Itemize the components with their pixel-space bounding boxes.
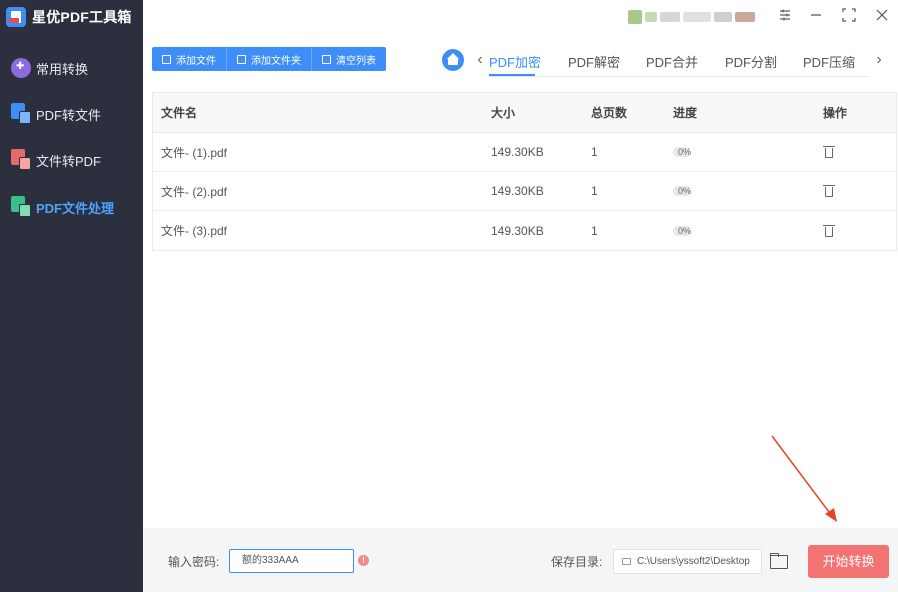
sidebar-item-common[interactable]: 常用转换 xyxy=(10,56,88,80)
add-file-button[interactable]: 添加文件 xyxy=(152,47,227,71)
maximize-icon[interactable] xyxy=(840,8,858,26)
table-row[interactable]: 文件- (3).pdf 149.30KB 1 0% xyxy=(153,211,896,250)
page-count: 1 xyxy=(591,223,598,238)
tab-pdf-decrypt[interactable]: PDF解密 xyxy=(568,52,620,71)
file-table: 文件名 大小 总页数 进度 操作 文件- (1).pdf 149.30KB 1 … xyxy=(152,92,897,251)
tab-pdf-split[interactable]: PDF分割 xyxy=(725,52,777,71)
start-convert-button[interactable]: 开始转换 xyxy=(808,545,889,578)
progress-text: 0% xyxy=(678,225,692,236)
home-button[interactable] xyxy=(442,49,464,71)
progress-text: 0% xyxy=(678,147,692,157)
delete-row-button[interactable] xyxy=(823,145,835,159)
header-name: 文件名 xyxy=(161,106,198,120)
folder-icon xyxy=(622,558,631,565)
file-name: 文件- (1).pdf xyxy=(161,145,228,160)
delete-row-button[interactable] xyxy=(823,224,835,238)
folder-icon xyxy=(237,54,246,64)
clear-list-button[interactable]: 清空列表 xyxy=(312,47,386,71)
info-icon[interactable]: ! xyxy=(358,555,369,566)
add-file-label: 添加文件 xyxy=(176,55,216,67)
delete-row-button[interactable] xyxy=(823,184,835,198)
minimize-icon[interactable] xyxy=(807,8,825,26)
password-input[interactable]: 额的333AAA xyxy=(229,549,354,573)
chevron-left-icon[interactable]: ‹ xyxy=(473,50,487,70)
trash-icon xyxy=(823,224,835,238)
header-operations: 操作 xyxy=(823,106,848,120)
table-row[interactable]: 文件- (1).pdf 149.30KB 1 0% xyxy=(153,133,896,172)
file-name: 文件- (3).pdf xyxy=(161,224,228,238)
sidebar-item-pdf-to-file[interactable]: PDF转文件 xyxy=(10,102,101,126)
save-directory-label: 保存目录: xyxy=(551,555,603,569)
save-directory-path: C:\Users\yssoft2\Desktop xyxy=(637,556,750,567)
trash-icon xyxy=(823,145,835,159)
page-count: 1 xyxy=(591,145,598,159)
trash-icon xyxy=(322,54,331,64)
progress-bar: 0% xyxy=(673,144,692,160)
sidebar-item-label: PDF文件处理 xyxy=(36,200,115,216)
trash-icon xyxy=(823,184,835,198)
sidebar-item-label: 常用转换 xyxy=(36,61,89,77)
clear-list-label: 清空列表 xyxy=(336,55,376,67)
file-name: 文件- (2).pdf xyxy=(161,184,228,199)
file-toolbar: 添加文件 添加文件夹 清空列表 xyxy=(152,47,386,71)
close-icon[interactable] xyxy=(873,8,891,26)
annotation-arrow-icon xyxy=(771,435,837,522)
file-size: 149.30KB xyxy=(491,145,544,159)
settings-icon[interactable] xyxy=(776,8,794,26)
table-row[interactable]: 文件- (2).pdf 149.30KB 1 0% xyxy=(153,172,896,211)
add-folder-button[interactable]: 添加文件夹 xyxy=(227,47,312,71)
file-size: 149.30KB xyxy=(491,184,544,198)
user-account-area[interactable] xyxy=(628,6,758,28)
tab-pdf-merge[interactable]: PDF合并 xyxy=(646,52,698,71)
save-directory-field[interactable]: C:\Users\yssoft2\Desktop xyxy=(613,549,762,574)
function-tabs: PDF加密 PDF解密 PDF合并 PDF分割 PDF压缩 xyxy=(489,47,869,77)
avatar xyxy=(628,10,642,24)
sidebar: 星优PDF工具箱 常用转换 PDF转文件 文件转PDF PDF文件处理 xyxy=(0,0,143,592)
file-icon xyxy=(162,54,171,64)
password-label: 输入密码: xyxy=(168,555,220,569)
pdf-to-file-icon xyxy=(10,103,32,125)
sidebar-item-pdf-process[interactable]: PDF文件处理 xyxy=(10,195,114,219)
browse-folder-button[interactable] xyxy=(770,553,788,569)
add-folder-label: 添加文件夹 xyxy=(251,55,301,67)
app-title: 星优PDF工具箱 xyxy=(32,9,132,25)
progress-text: 0% xyxy=(678,186,692,196)
app-brand: 星优PDF工具箱 xyxy=(6,6,132,28)
header-progress: 进度 xyxy=(673,106,698,120)
chevron-right-icon[interactable]: › xyxy=(872,50,886,70)
header-size: 大小 xyxy=(491,106,516,120)
progress-bar: 0% xyxy=(673,223,692,239)
sidebar-item-label: 文件转PDF xyxy=(36,153,102,169)
file-size: 149.30KB xyxy=(491,223,544,238)
sidebar-item-file-to-pdf[interactable]: 文件转PDF xyxy=(10,148,101,172)
page-count: 1 xyxy=(591,184,598,198)
table-header: 文件名 大小 总页数 进度 操作 xyxy=(153,93,896,133)
tab-pdf-compress[interactable]: PDF压缩 xyxy=(803,52,855,71)
tab-pdf-encrypt[interactable]: PDF加密 xyxy=(489,52,541,71)
grid-icon xyxy=(10,57,32,79)
file-to-pdf-icon xyxy=(10,149,32,171)
pdf-process-icon xyxy=(10,196,32,218)
progress-bar: 0% xyxy=(673,183,692,199)
app-logo-icon xyxy=(6,7,26,27)
active-tab-indicator xyxy=(489,74,535,76)
header-pages: 总页数 xyxy=(591,106,628,120)
sidebar-item-label: PDF转文件 xyxy=(36,107,102,123)
